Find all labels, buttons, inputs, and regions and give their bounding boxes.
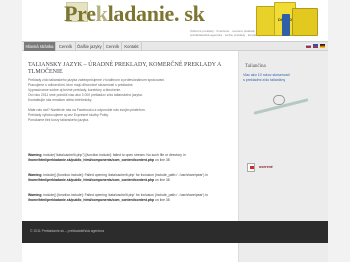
warning-label: Warning	[28, 153, 42, 157]
footer: © 2011 Prekladanie.sk – prekladateľská a…	[22, 221, 328, 243]
flag-en-icon[interactable]	[313, 44, 318, 48]
nav-item-home[interactable]: Hlavná stránka	[24, 42, 56, 51]
books-image: DICTIONARY	[254, 2, 322, 36]
header: Prekladanie. sk Odborné preklady · tlmoč…	[22, 0, 328, 42]
shield-icon	[247, 163, 255, 172]
nav-item-languages[interactable]: Ďalšie jazyky	[76, 42, 104, 51]
verified-badge: overené	[247, 163, 321, 173]
warning-text: : include() [function.include]: Failed o…	[41, 193, 208, 197]
book-icon	[282, 14, 290, 36]
page: Prekladanie. sk Odborné preklady · tlmoč…	[22, 0, 328, 262]
book-icon	[292, 8, 318, 36]
php-warning-2: Warning: include() [function.include]: F…	[28, 173, 232, 183]
warning-line: on line 38	[154, 198, 170, 202]
paperclip-icon	[273, 95, 285, 105]
warning-line: on line 38	[154, 158, 170, 162]
warning-text: : include("data/cache/ti.php") [function…	[41, 153, 186, 157]
warning-label: Warning	[28, 173, 42, 177]
php-warning-3: Warning: include() [function.include]: F…	[28, 193, 232, 203]
warning-label: Warning	[28, 193, 42, 197]
sidebar-link-line-2: s prekladmi z/do taliančiny	[243, 78, 286, 82]
logo-text-rest: ladanie. sk	[107, 1, 205, 26]
badge-label: overené	[259, 165, 273, 169]
site-logo[interactable]: Prekladanie. sk	[64, 1, 205, 27]
flag-sk-icon[interactable]	[306, 44, 311, 48]
intro-paragraph-8: Ponúkame tiež kurzy talianskeho jazyka.	[28, 118, 90, 122]
sidebar-link[interactable]: Viac ako 10 rokov skúseností s prekladmi…	[243, 73, 317, 83]
header-tagline-2: prekladateľská agentúra · súdne preklady…	[190, 33, 261, 37]
sidebar-title: Taliančina	[245, 64, 266, 69]
intro-paragraph-5: Kontaktujte nás emailom alebo telefonick…	[28, 98, 93, 102]
nav-item-contact[interactable]: Kontakt	[122, 42, 142, 51]
warning-path: /home/html/prekladanie.sk/public_html/co…	[28, 178, 155, 182]
flag-de-icon[interactable]	[320, 44, 325, 48]
warning-line: on line 38	[154, 178, 170, 182]
logo-text-fold: k	[95, 1, 108, 26]
footer-text: © 2011 Prekladanie.sk – prekladateľská a…	[30, 229, 105, 233]
php-warning-1: Warning: include("data/cache/ti.php") [f…	[28, 153, 232, 163]
nav-item-pricing-2[interactable]: Cenník	[104, 42, 122, 51]
main-nav: Hlavná stránka Cenník Ďalšie jazyky Cenn…	[22, 41, 328, 51]
page-title: TALIANSKY JAZYK – ÚRADNÉ PREKLADY, KOMER…	[28, 62, 221, 75]
warning-path: /home/html/prekladanie.sk/public_html/co…	[28, 158, 155, 162]
nav-item-pricing[interactable]: Cenník	[56, 42, 76, 51]
logo-text-main: Pre	[64, 1, 96, 26]
warning-path: /home/html/prekladanie.sk/public_html/co…	[28, 198, 155, 202]
pencil-image	[245, 89, 321, 125]
warning-text: : include() [function.include]: Failed o…	[41, 173, 208, 177]
